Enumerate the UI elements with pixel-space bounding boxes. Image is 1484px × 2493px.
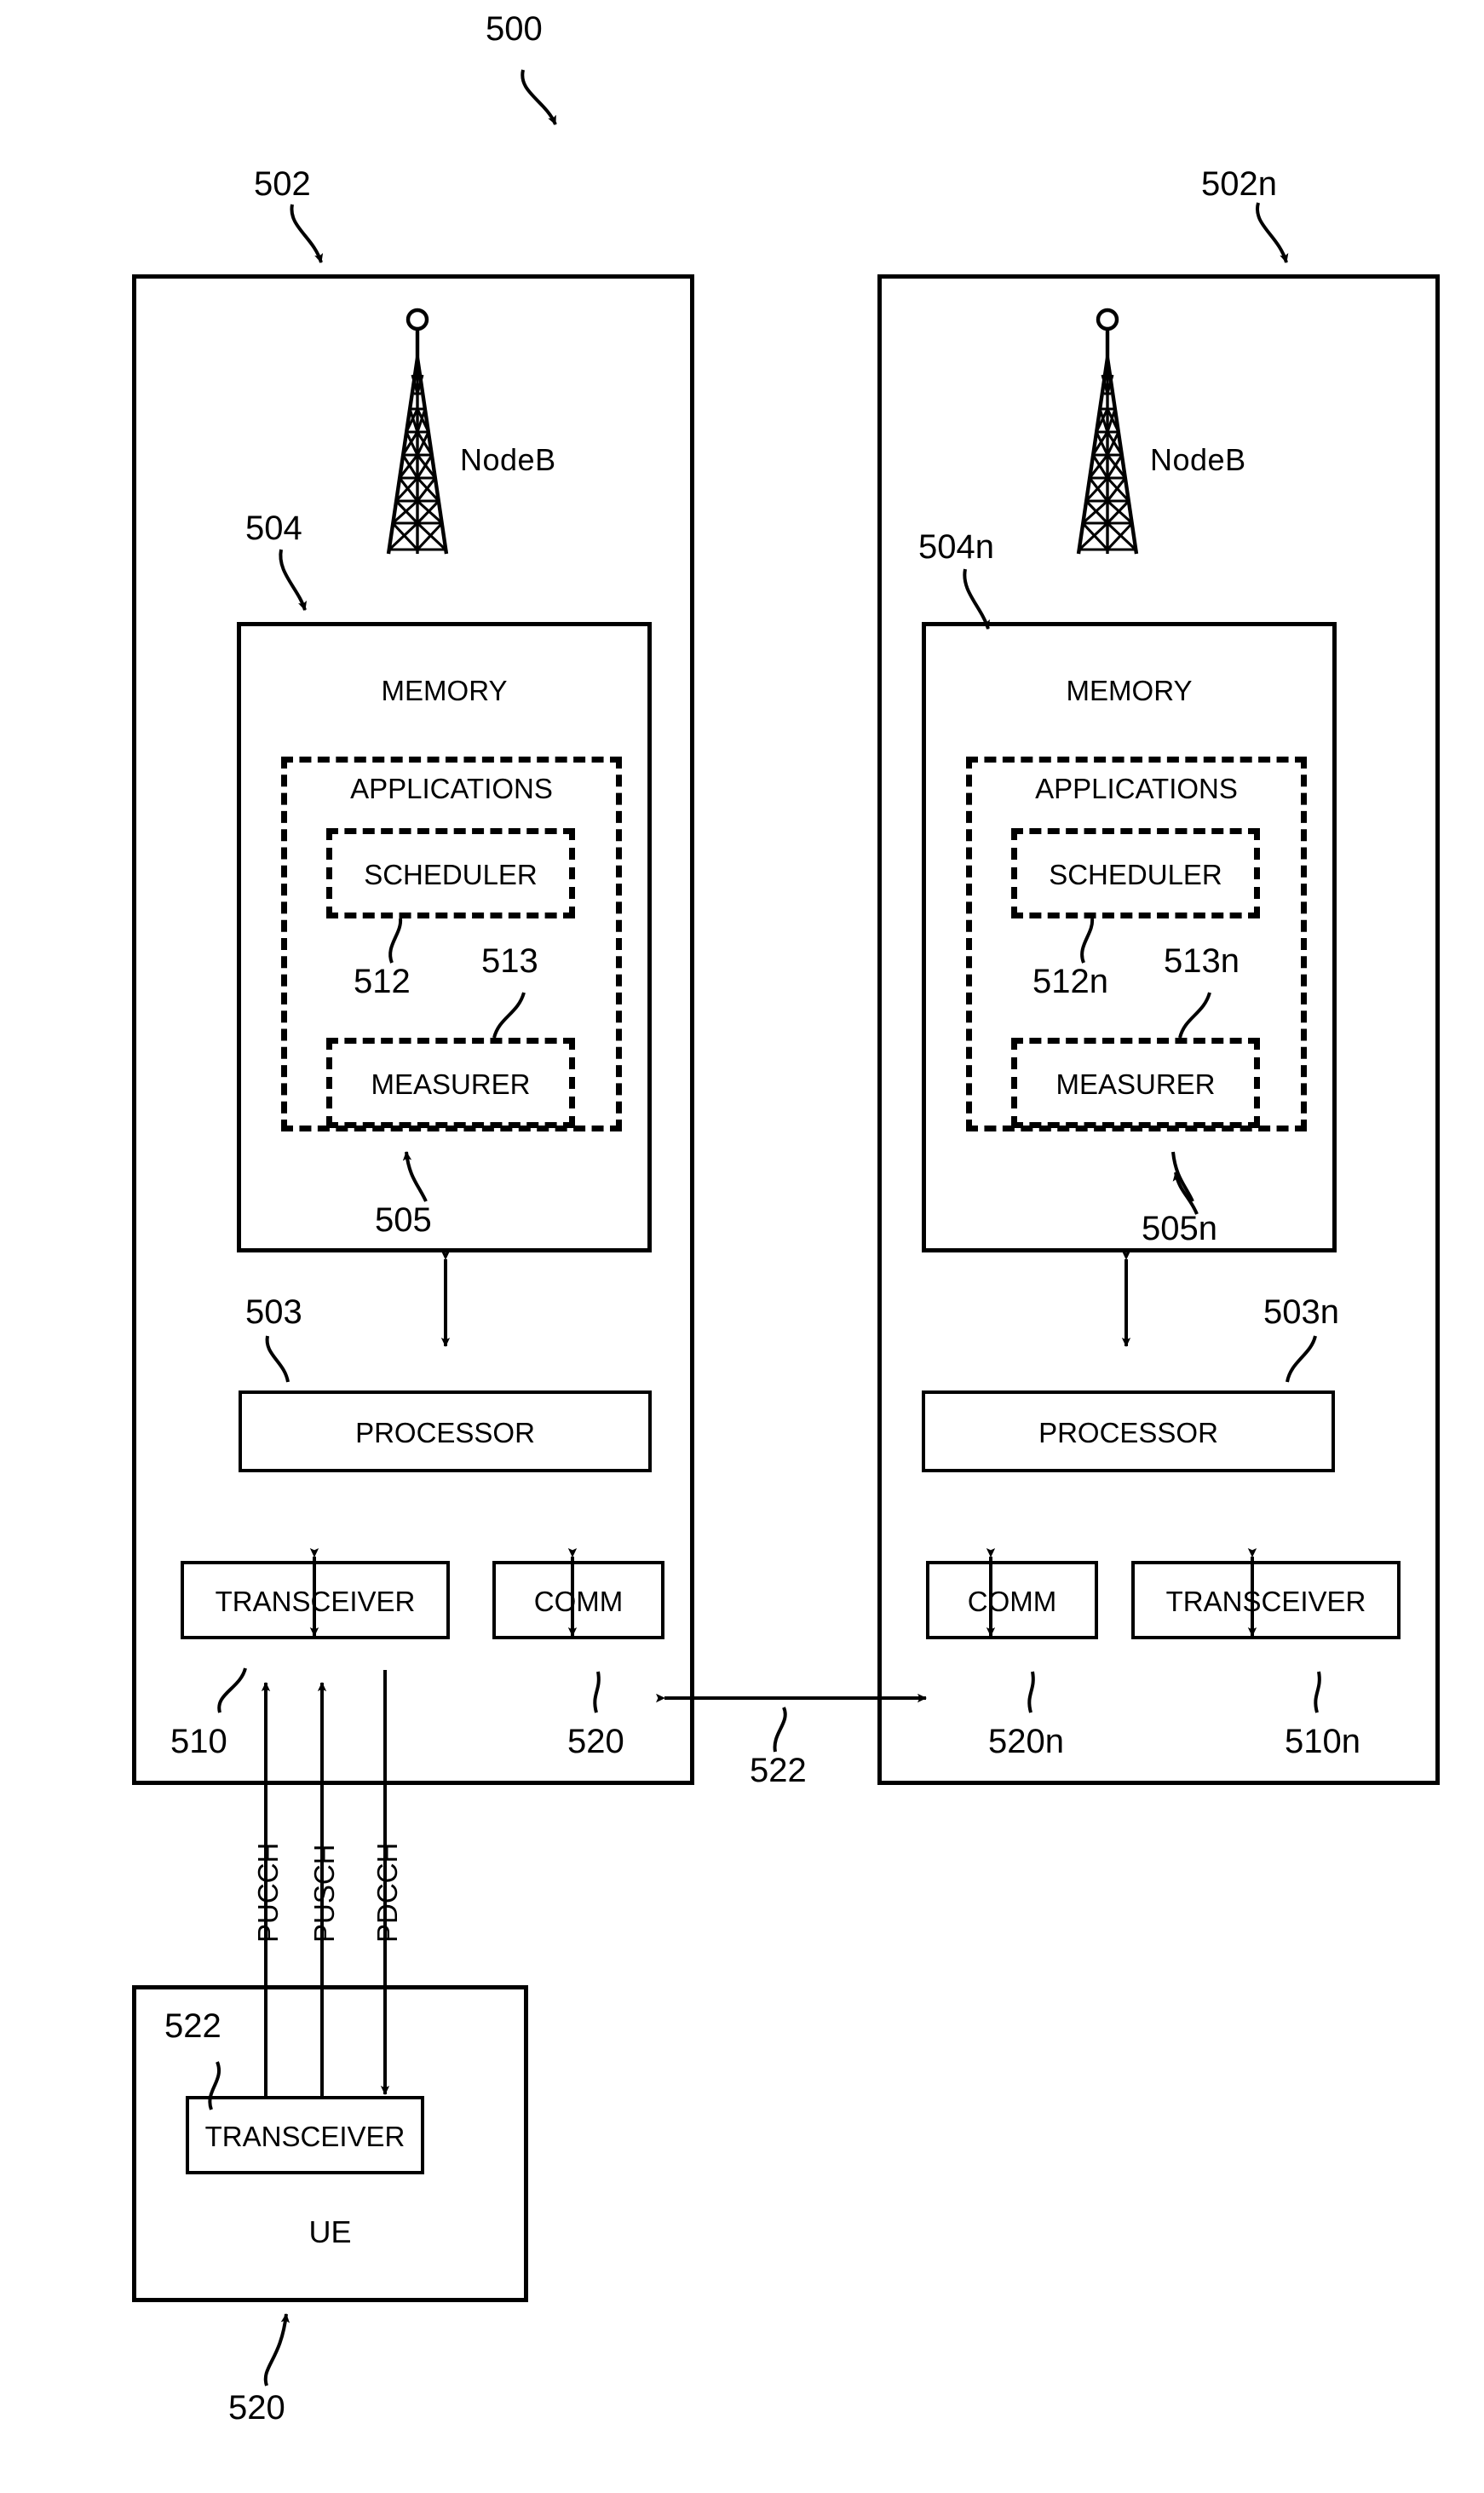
transceiver-title-left: TRANSCEIVER — [215, 1585, 416, 1617]
processor-title-left: PROCESSOR — [355, 1416, 535, 1448]
ref-522-ue: 522 — [164, 2007, 221, 2045]
leader-522-interconnect — [773, 1707, 787, 1753]
ref-522-interconnect: 522 — [750, 1752, 807, 1789]
ref-520-ue: 520 — [228, 2389, 285, 2427]
applications-title-right: APPLICATIONS — [1035, 772, 1238, 804]
nodeb-label-left: NodeB — [460, 442, 556, 477]
ref-513: 513 — [481, 942, 538, 980]
ref-520-comm-left: 520 — [567, 1723, 624, 1760]
transceiver-title-ue: TRANSCEIVER — [204, 2120, 406, 2152]
figure-canvas: 500 502 NodeB 504 MEMORY APPLICATIONS SC… — [0, 0, 1484, 2493]
ref-504: 504 — [245, 510, 302, 547]
processor-title-right: PROCESSOR — [1038, 1416, 1218, 1448]
ref-503: 503 — [245, 1293, 302, 1331]
channel-label-pdcch: PDCCH — [371, 1842, 403, 1943]
memory-title-left: MEMORY — [381, 674, 508, 706]
ref-505n: 505n — [1142, 1210, 1217, 1247]
ref-502n: 502n — [1201, 165, 1277, 203]
nodeb-label-right: NodeB — [1150, 442, 1246, 477]
transceiver-title-right: TRANSCEIVER — [1165, 1585, 1366, 1617]
scheduler-title-right: SCHEDULER — [1049, 858, 1222, 890]
ref-504n: 504n — [918, 528, 994, 566]
ref-510: 510 — [170, 1723, 227, 1760]
leader-500 — [521, 69, 557, 125]
ref-520n: 520n — [988, 1723, 1064, 1760]
comm-title-left: COMM — [533, 1585, 624, 1617]
leader-502n — [1255, 202, 1289, 263]
ue-title: UE — [308, 2214, 352, 2249]
applications-title-left: APPLICATIONS — [350, 772, 553, 804]
measurer-title-right: MEASURER — [1055, 1068, 1216, 1100]
leader-502 — [290, 204, 324, 263]
memory-title-right: MEMORY — [1066, 674, 1193, 706]
figure-ref-500: 500 — [486, 10, 543, 48]
scheduler-title-left: SCHEDULER — [364, 858, 538, 890]
ref-513n: 513n — [1164, 942, 1240, 980]
ref-505: 505 — [375, 1201, 432, 1239]
ref-512n: 512n — [1032, 963, 1108, 1000]
comm-title-right: COMM — [967, 1585, 1057, 1617]
channel-label-pusch: PUSCH — [308, 1844, 340, 1943]
ref-503n: 503n — [1263, 1293, 1339, 1331]
channel-label-pucch: PUCCH — [252, 1842, 284, 1943]
measurer-title-left: MEASURER — [371, 1068, 531, 1100]
ref-510n: 510n — [1285, 1723, 1360, 1760]
ref-502: 502 — [254, 165, 311, 203]
ref-512: 512 — [354, 963, 411, 1000]
leader-520-ue — [263, 2313, 290, 2386]
